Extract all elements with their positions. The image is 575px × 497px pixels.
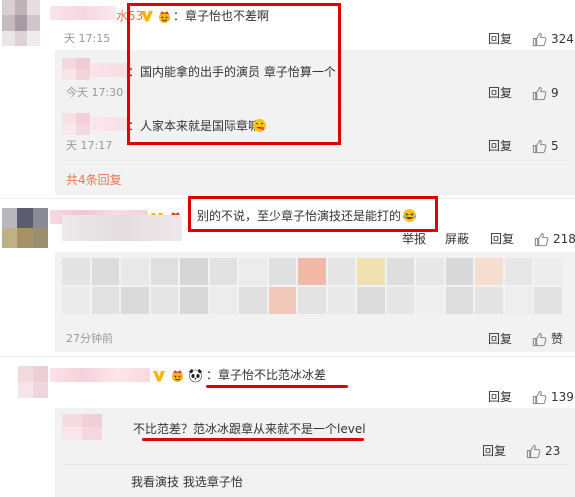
- avatar[interactable]: [2, 208, 48, 248]
- username-blurred[interactable]: [90, 63, 132, 77]
- crown-emoji-icon: [172, 370, 183, 382]
- avatar[interactable]: [62, 58, 90, 80]
- like-button[interactable]: 218: [534, 231, 575, 247]
- like-count: 139: [551, 390, 574, 404]
- divider: [62, 160, 568, 161]
- reply-button[interactable]: 回复: [488, 138, 512, 154]
- username-blurred[interactable]: [50, 368, 150, 382]
- like-count: 324: [551, 32, 574, 46]
- divider: [62, 464, 568, 465]
- thumb-up-icon: [526, 444, 541, 458]
- reply-button[interactable]: 回复: [488, 85, 512, 101]
- highlight-box: [188, 196, 438, 232]
- avatar[interactable]: [2, 0, 40, 46]
- verified-v-icon: [153, 371, 165, 382]
- blurred-content: [62, 258, 562, 314]
- username-blurred[interactable]: [90, 117, 130, 131]
- like-count: 218: [553, 232, 575, 246]
- reply-time: 今天 17:30: [66, 86, 124, 99]
- like-label: 赞: [551, 332, 564, 346]
- reply-time: 27分钟前: [66, 332, 113, 345]
- like-button[interactable]: 23: [526, 443, 560, 459]
- comment-text: ：章子怡不比范冰冰差: [206, 368, 327, 382]
- blurred-content: [62, 215, 182, 241]
- thumb-up-icon: [532, 32, 547, 46]
- like-count: 23: [545, 444, 561, 458]
- like-button[interactable]: 赞: [532, 331, 563, 347]
- reply-time: 天 17:17: [66, 139, 113, 152]
- more-replies-link[interactable]: 共4条回复: [66, 172, 122, 188]
- like-count: 9: [551, 86, 559, 100]
- highlight-box: [127, 3, 341, 145]
- block-button[interactable]: 屏蔽: [445, 231, 469, 247]
- reply-button[interactable]: 回复: [488, 389, 512, 405]
- reply-text: 不比范差？范冰冰跟章从来就不是一个level: [133, 422, 366, 436]
- reply-button[interactable]: 回复: [488, 31, 512, 47]
- thumb-up-icon: [534, 232, 549, 246]
- thumb-up-icon: [532, 139, 547, 153]
- thumb-up-icon: [532, 332, 547, 346]
- report-button[interactable]: 举报: [402, 231, 426, 247]
- like-count: 5: [551, 139, 559, 153]
- avatar[interactable]: [62, 113, 90, 135]
- highlight-underline: [142, 438, 364, 441]
- like-button[interactable]: 5: [532, 138, 559, 154]
- reply-button[interactable]: 回复: [490, 231, 514, 247]
- thumb-up-icon: [532, 390, 547, 404]
- like-button[interactable]: 139: [532, 389, 574, 405]
- divider: [0, 356, 575, 357]
- comment-time: 天 17:15: [64, 32, 111, 45]
- avatar[interactable]: [18, 366, 48, 398]
- avatar[interactable]: [62, 414, 102, 440]
- reply-button[interactable]: 回复: [482, 443, 506, 459]
- panda-emoji-icon: [189, 369, 202, 383]
- reply-text: 我看演技 我选章子怡: [131, 475, 243, 489]
- like-button[interactable]: 324: [532, 31, 574, 47]
- reply-button[interactable]: 回复: [488, 331, 512, 347]
- username-blurred[interactable]: [50, 6, 116, 20]
- thumb-up-icon: [532, 86, 547, 100]
- like-button[interactable]: 9: [532, 85, 559, 101]
- highlight-underline: [206, 385, 348, 388]
